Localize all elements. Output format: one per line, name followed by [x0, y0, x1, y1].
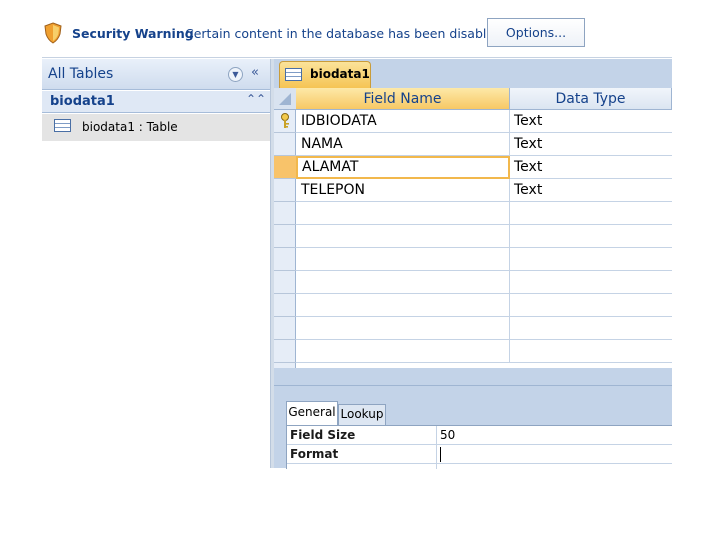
data-type-cell[interactable]	[510, 225, 672, 248]
row-selector[interactable]	[274, 225, 296, 248]
properties-table: Field Size 50 Format	[286, 425, 672, 469]
data-type-cell[interactable]: Text	[510, 110, 672, 133]
field-name-cell[interactable]: TELEPON	[296, 179, 510, 202]
nav-group-header[interactable]: biodata1 ⌃⌃	[42, 91, 270, 113]
table-row[interactable]: IDBIODATA Text	[274, 110, 672, 133]
property-name	[287, 464, 437, 469]
table-row-empty[interactable]	[274, 317, 672, 340]
field-name-cell[interactable]	[296, 340, 510, 363]
navigation-pane: All Tables ▼ « biodata1 ⌃⌃ biodata1 : Ta…	[42, 59, 270, 468]
nav-pane-title: All Tables	[48, 66, 114, 82]
field-name-cell[interactable]: IDBIODATA	[296, 110, 510, 133]
data-type-cell[interactable]	[510, 248, 672, 271]
field-name-cell[interactable]	[296, 271, 510, 294]
row-selector[interactable]	[274, 202, 296, 225]
table-row-empty[interactable]	[274, 294, 672, 317]
row-selector[interactable]	[274, 179, 296, 202]
field-name-cell[interactable]	[296, 225, 510, 248]
table-icon	[54, 119, 71, 132]
property-name: Format	[287, 445, 437, 464]
nav-group-label: biodata1	[50, 94, 115, 109]
data-type-cell[interactable]: Text	[510, 179, 672, 202]
shutter-bar-close-icon[interactable]: «	[251, 65, 259, 80]
nav-pane-header[interactable]: All Tables ▼ «	[42, 59, 270, 90]
table-row-empty[interactable]	[274, 225, 672, 248]
data-type-cell[interactable]	[510, 202, 672, 225]
property-row-field-size[interactable]: Field Size 50	[287, 426, 672, 445]
security-warning-title: Security Warning	[72, 26, 194, 41]
data-type-cell[interactable]	[510, 271, 672, 294]
data-type-cell[interactable]	[510, 317, 672, 340]
row-selector[interactable]	[274, 340, 296, 363]
table-icon	[285, 68, 302, 81]
nav-item-label: biodata1 : Table	[82, 120, 178, 134]
nav-item-biodata1-table[interactable]: biodata1 : Table	[42, 114, 270, 141]
column-header-field-name[interactable]: Field Name	[296, 88, 510, 110]
row-selector[interactable]	[274, 133, 296, 156]
select-all-corner[interactable]	[274, 88, 296, 110]
field-name-cell[interactable]	[296, 202, 510, 225]
property-row-format[interactable]: Format	[287, 445, 672, 464]
row-selector[interactable]	[274, 110, 296, 133]
text-caret	[440, 447, 441, 462]
row-selector[interactable]	[274, 156, 296, 179]
data-type-cell[interactable]: Text	[510, 156, 672, 179]
table-design-grid: Field Name Data Type IDBIODATA Text NAMA…	[274, 88, 672, 368]
tab-biodata1[interactable]: biodata1	[279, 61, 371, 88]
property-name: Field Size	[287, 426, 437, 445]
security-warning-bar: Security Warning Certain content in the …	[42, 12, 672, 58]
table-row-empty[interactable]	[274, 340, 672, 363]
format-input[interactable]	[437, 445, 672, 464]
row-selector[interactable]	[274, 294, 296, 317]
row-selector[interactable]	[274, 271, 296, 294]
row-selector[interactable]	[274, 248, 296, 271]
field-name-cell[interactable]: NAMA	[296, 133, 510, 156]
table-row-empty[interactable]	[274, 271, 672, 294]
field-name-cell[interactable]: ALAMAT	[296, 156, 510, 179]
tab-general[interactable]: General	[286, 401, 338, 425]
data-type-cell[interactable]	[510, 294, 672, 317]
property-row-partial	[287, 464, 672, 469]
data-type-cell[interactable]: Text	[510, 133, 672, 156]
field-size-input[interactable]: 50	[437, 426, 672, 445]
field-name-cell[interactable]	[296, 294, 510, 317]
field-name-cell[interactable]	[296, 248, 510, 271]
data-type-cell[interactable]	[510, 340, 672, 363]
table-row[interactable]: TELEPON Text	[274, 179, 672, 202]
table-row-current[interactable]: ALAMAT Text	[274, 156, 672, 179]
column-header-data-type[interactable]: Data Type	[510, 88, 672, 110]
row-selector[interactable]	[274, 317, 296, 340]
table-row-empty[interactable]	[274, 202, 672, 225]
tab-lookup[interactable]: Lookup	[338, 404, 386, 425]
field-properties-pane: General Lookup Field Size 50 Format	[274, 385, 672, 469]
field-name-cell[interactable]	[296, 317, 510, 340]
primary-key-icon	[281, 113, 289, 128]
table-row-empty[interactable]	[274, 248, 672, 271]
table-row[interactable]: NAMA Text	[274, 133, 672, 156]
tab-label: biodata1	[310, 67, 370, 81]
nav-dropdown-icon[interactable]: ▼	[228, 67, 243, 82]
shield-icon	[44, 22, 62, 44]
options-button[interactable]: Options...	[487, 18, 585, 47]
collapse-group-icon[interactable]: ⌃⌃	[246, 92, 266, 106]
security-warning-message: Certain content in the database has been…	[185, 26, 502, 41]
